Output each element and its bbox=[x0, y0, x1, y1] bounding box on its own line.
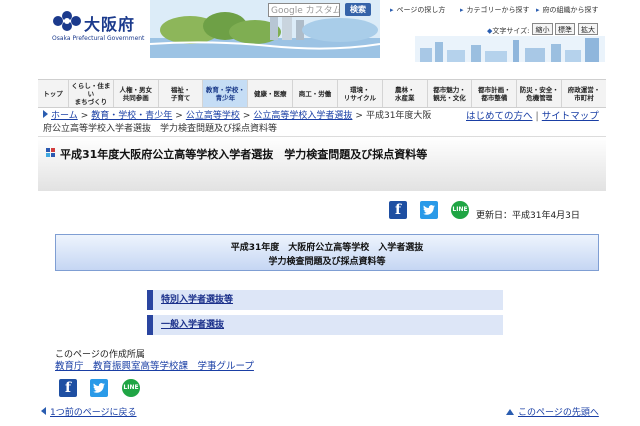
page-top-link-wrap: このページの先頭へ bbox=[506, 405, 599, 418]
breadcrumb-current: 平成31年度大阪 bbox=[365, 111, 432, 121]
toplink-organization[interactable]: ▸ 府の組織から探す bbox=[536, 5, 599, 15]
title-bullet-icon bbox=[46, 148, 55, 157]
breadcrumb-current-continued: 府公立高等学校入学者選抜 学力検査問題及び採点資料等 bbox=[43, 124, 278, 134]
content-heading-line2: 学力検査問題及び採点資料等 bbox=[268, 257, 386, 267]
triangle-right-icon: ▸ bbox=[460, 6, 464, 14]
nav-item[interactable]: 人権・男女 共同参画 bbox=[114, 80, 159, 107]
content-heading-line1: 平成31年度 大阪府公立高等学校 入学者選抜 bbox=[230, 243, 424, 253]
site-logo-text[interactable]: 大阪府 bbox=[84, 11, 135, 35]
fontsize-large-button[interactable]: 拡大 bbox=[578, 23, 598, 35]
search-input[interactable]: Google カスタム検 bbox=[268, 3, 340, 17]
osaka-logo-icon[interactable] bbox=[52, 10, 82, 32]
site-logo-subtitle: Osaka Prefectural Government bbox=[52, 35, 145, 42]
sitemap-link[interactable]: サイトマップ bbox=[542, 111, 599, 122]
toplink-category[interactable]: ▸ カテゴリーから探す bbox=[460, 5, 530, 15]
general-selection-link-box[interactable]: 一般入学者選抜 bbox=[147, 315, 503, 335]
triangle-up-icon bbox=[506, 409, 514, 415]
nav-item[interactable]: 都市計画・ 都市整備 bbox=[472, 80, 518, 107]
nav-item[interactable]: 都市魅力・ 観光・文化 bbox=[428, 80, 473, 107]
general-selection-link[interactable]: 一般入学者選抜 bbox=[161, 320, 224, 330]
fontsize-standard-button[interactable]: 標準 bbox=[555, 23, 575, 35]
first-visit-link[interactable]: はじめての方へ bbox=[466, 111, 533, 122]
triangle-right-icon: ▸ bbox=[390, 6, 394, 14]
toplink-label: カテゴリーから探す bbox=[466, 6, 530, 14]
triangle-right-icon: ▸ bbox=[536, 6, 540, 14]
org-link-wrap: 教育庁 教育振興室高等学校課 学事グループ bbox=[55, 358, 254, 372]
global-navigation: トップ くらし・住まい まちづくり 人権・男女 共同参画 福祉・ 子育て 教育・学校・ … bbox=[38, 79, 606, 108]
help-links: はじめての方へ | サイトマップ bbox=[466, 108, 599, 122]
updated-date: 更新日：平成31年4月3日 bbox=[476, 211, 580, 221]
fontsize-small-button[interactable]: 縮小 bbox=[532, 23, 553, 35]
facebook-share-icon-bottom[interactable]: f bbox=[59, 379, 77, 397]
special-selection-link[interactable]: 特別入学者選抜等 bbox=[161, 295, 233, 305]
breadcrumb-public-high-school[interactable]: 公立高等学校 bbox=[186, 111, 240, 121]
nav-item[interactable]: くらし・住まい まちづくり bbox=[69, 80, 114, 107]
back-link-wrap: 1つ前のページに戻る bbox=[41, 405, 137, 418]
special-selection-link-box[interactable]: 特別入学者選抜等 bbox=[147, 290, 503, 310]
nav-item[interactable]: 農林・ 水産業 bbox=[383, 80, 428, 107]
facebook-share-icon[interactable]: f bbox=[389, 201, 407, 219]
triangle-left-icon bbox=[41, 407, 46, 415]
nav-item[interactable]: 教育・学校・ 青少年 bbox=[203, 80, 249, 107]
nav-item[interactable]: 健康・医療 bbox=[248, 80, 294, 107]
toplink-label: 府の組織から探す bbox=[542, 6, 599, 14]
back-link[interactable]: 1つ前のページに戻る bbox=[50, 408, 137, 418]
city-skyline-image bbox=[415, 36, 605, 62]
fontsize-label: ◆文字サイズ: bbox=[487, 26, 530, 36]
page-title: 平成31年度大阪府公立高等学校入学者選抜 学力検査問題及び採点資料等 bbox=[60, 148, 428, 161]
breadcrumb-separator: > bbox=[355, 111, 363, 121]
twitter-share-icon[interactable] bbox=[420, 201, 438, 219]
nav-item[interactable]: 商工・労働 bbox=[293, 80, 338, 107]
breadcrumb-separator: > bbox=[80, 111, 89, 121]
fontsize-label-text: 文字サイズ: bbox=[492, 27, 530, 35]
help-divider: | bbox=[535, 111, 539, 122]
line-share-icon[interactable]: LINE bbox=[451, 201, 469, 219]
breadcrumb: ホーム > 教育・学校・青少年 > 公立高等学校 > 公立高等学校入学者選抜 > 平成31年度大… bbox=[43, 108, 431, 121]
nav-item[interactable]: トップ bbox=[38, 80, 69, 107]
breadcrumb-separator: > bbox=[242, 111, 251, 121]
site-header: 大阪府 Osaka Prefectural Government Google … bbox=[0, 0, 640, 74]
page-top-link[interactable]: このページの先頭へ bbox=[518, 408, 599, 418]
toplink-how-to-find[interactable]: ▸ ページの探し方 bbox=[390, 5, 445, 15]
search-button[interactable]: 検索 bbox=[345, 3, 371, 16]
breadcrumb-arrow-icon bbox=[43, 110, 48, 118]
toplink-label: ページの探し方 bbox=[396, 6, 446, 14]
line-share-icon-bottom[interactable]: LINE bbox=[122, 379, 140, 397]
breadcrumb-education[interactable]: 教育・学校・青少年 bbox=[91, 111, 172, 121]
nav-item[interactable]: 府政運営・ 市町村 bbox=[562, 80, 606, 107]
twitter-share-icon-bottom[interactable] bbox=[90, 379, 108, 397]
nav-item[interactable]: 環境・ リサイクル bbox=[338, 80, 383, 107]
page-title-band bbox=[38, 136, 606, 191]
nav-item[interactable]: 福祉・ 子育て bbox=[159, 80, 204, 107]
breadcrumb-separator: > bbox=[175, 111, 183, 121]
breadcrumb-home[interactable]: ホーム bbox=[51, 111, 78, 121]
org-link[interactable]: 教育庁 教育振興室高等学校課 学事グループ bbox=[55, 361, 254, 372]
breadcrumb-entrance-selection[interactable]: 公立高等学校入学者選抜 bbox=[253, 111, 352, 121]
nav-item[interactable]: 防災・安全・ 危機管理 bbox=[517, 80, 563, 107]
